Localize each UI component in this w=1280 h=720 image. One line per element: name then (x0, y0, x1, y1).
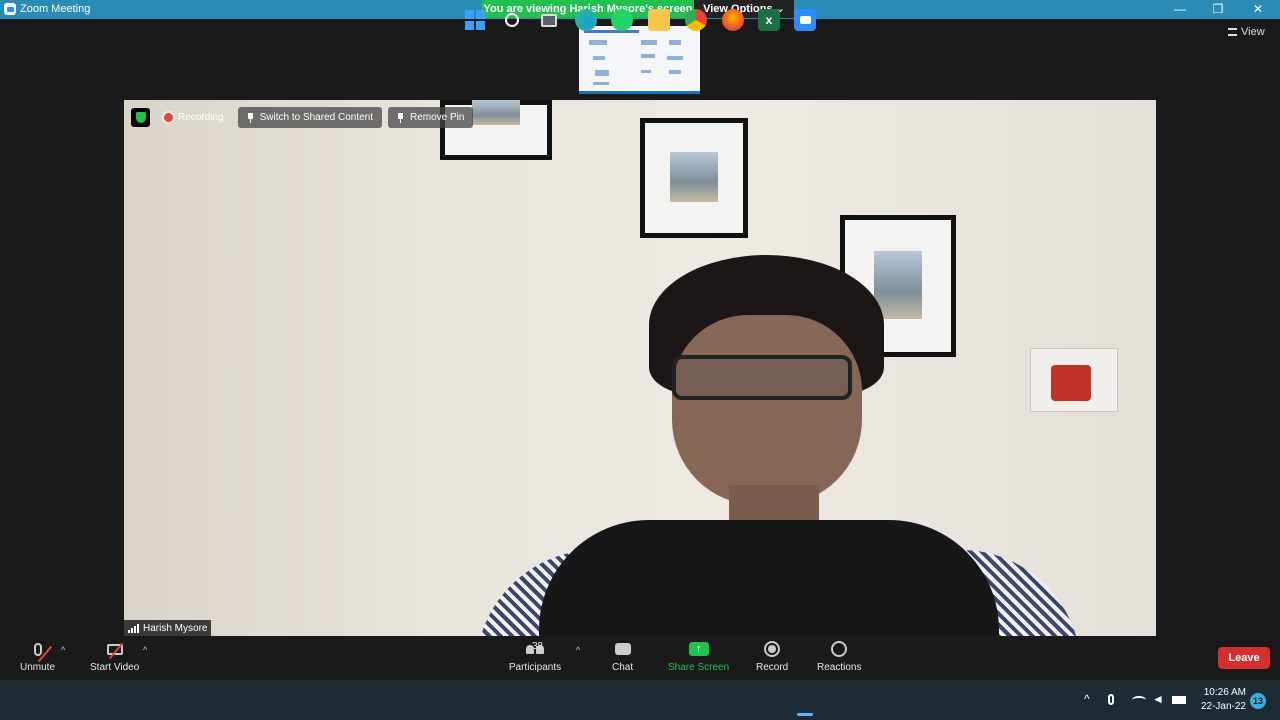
close-button[interactable]: ✕ (1240, 0, 1276, 19)
record-icon (764, 641, 781, 657)
audio-options-caret[interactable]: ^ (61, 645, 65, 655)
clock-time: 10:26 AM (1203, 687, 1246, 698)
firefox-icon[interactable] (722, 9, 744, 31)
share-screen-button[interactable]: ↑ Share Screen (668, 640, 729, 673)
recording-label: Recording (178, 112, 224, 123)
smiley-plus-icon (831, 641, 848, 657)
battery-icon[interactable] (1172, 692, 1186, 704)
active-app-indicator (797, 713, 813, 716)
reactions-button[interactable]: Reactions (817, 640, 861, 673)
remove-pin-button[interactable]: Remove Pin (388, 107, 474, 128)
zoom-logo-icon (4, 3, 16, 15)
clock-date: 22-Jan-22 (1200, 701, 1246, 712)
view-layout-label: View (1241, 26, 1265, 38)
meeting-toolbar: Unmute ^ Start Video ^ 38 Participants ^… (0, 636, 1280, 680)
unmute-button[interactable]: Unmute (20, 640, 55, 673)
zoom-icon[interactable] (794, 9, 816, 31)
recording-dot-icon (164, 113, 173, 122)
participant-name-tag: Harish Mysore (124, 620, 212, 636)
maximize-button[interactable]: ❐ (1200, 0, 1236, 19)
switch-label: Switch to Shared Content (259, 112, 373, 123)
minimize-button[interactable]: — (1162, 0, 1198, 19)
search-icon[interactable] (501, 9, 523, 31)
edge-icon[interactable] (575, 9, 597, 31)
recording-indicator: Recording (156, 112, 232, 123)
switch-to-shared-content-button[interactable]: Switch to Shared Content (237, 107, 382, 128)
video-options-caret[interactable]: ^ (143, 645, 147, 655)
participants-options-caret[interactable]: ^ (576, 645, 580, 655)
participant-video (124, 100, 1156, 636)
participant-name: Harish Mysore (143, 622, 208, 634)
view-layout-button[interactable]: View (1228, 26, 1265, 38)
chat-label: Chat (612, 662, 634, 673)
pin-icon (397, 112, 404, 123)
leave-button[interactable]: Leave (1218, 647, 1270, 669)
video-off-icon (106, 642, 123, 659)
video-overlay-bar: Recording Switch to Shared Content Remov… (131, 107, 474, 128)
record-label: Record (756, 662, 789, 673)
start-video-label: Start Video (90, 662, 140, 673)
pin-icon (247, 112, 254, 123)
window-title: Zoom Meeting (20, 3, 91, 15)
taskbar-clock[interactable]: 10:26 AM 22-Jan-22 (1196, 686, 1246, 714)
chat-bubble-icon (614, 643, 631, 655)
volume-icon[interactable]: ◄ (1152, 692, 1164, 706)
whatsapp-icon[interactable] (611, 9, 633, 31)
share-arrow-icon: ↑ (688, 642, 709, 656)
chevron-up-icon[interactable]: ^ (1084, 692, 1090, 706)
participants-label: Participants (508, 662, 562, 673)
wall-frame (640, 118, 748, 238)
excel-icon[interactable]: x (758, 9, 780, 31)
wall-switch-panel (1030, 348, 1118, 412)
notification-badge[interactable]: 13 (1250, 693, 1266, 709)
shared-screen-thumbnail[interactable] (579, 26, 700, 94)
record-button[interactable]: Record (756, 640, 788, 673)
app-title: Zoom Meeting (4, 3, 90, 15)
task-view-icon[interactable] (538, 9, 560, 31)
start-video-button[interactable]: Start Video (90, 640, 139, 673)
wifi-icon[interactable] (1132, 692, 1146, 704)
grid-icon (1228, 28, 1237, 36)
unmute-label: Unmute (20, 662, 56, 673)
chat-button[interactable]: Chat (612, 640, 633, 673)
signal-bars-icon (128, 623, 139, 633)
microphone-muted-icon (33, 642, 52, 662)
microphone-icon[interactable] (1108, 692, 1114, 705)
remove-pin-label: Remove Pin (410, 112, 465, 123)
file-explorer-icon[interactable] (648, 9, 670, 31)
reactions-label: Reactions (817, 662, 862, 673)
participants-button[interactable]: 38 Participants (508, 640, 562, 673)
participants-count: 38 (532, 641, 544, 652)
windows-start-icon[interactable] (464, 9, 486, 31)
security-shield-icon[interactable] (131, 108, 150, 127)
share-screen-label: Share Screen (668, 662, 730, 673)
chrome-icon[interactable] (685, 9, 707, 31)
